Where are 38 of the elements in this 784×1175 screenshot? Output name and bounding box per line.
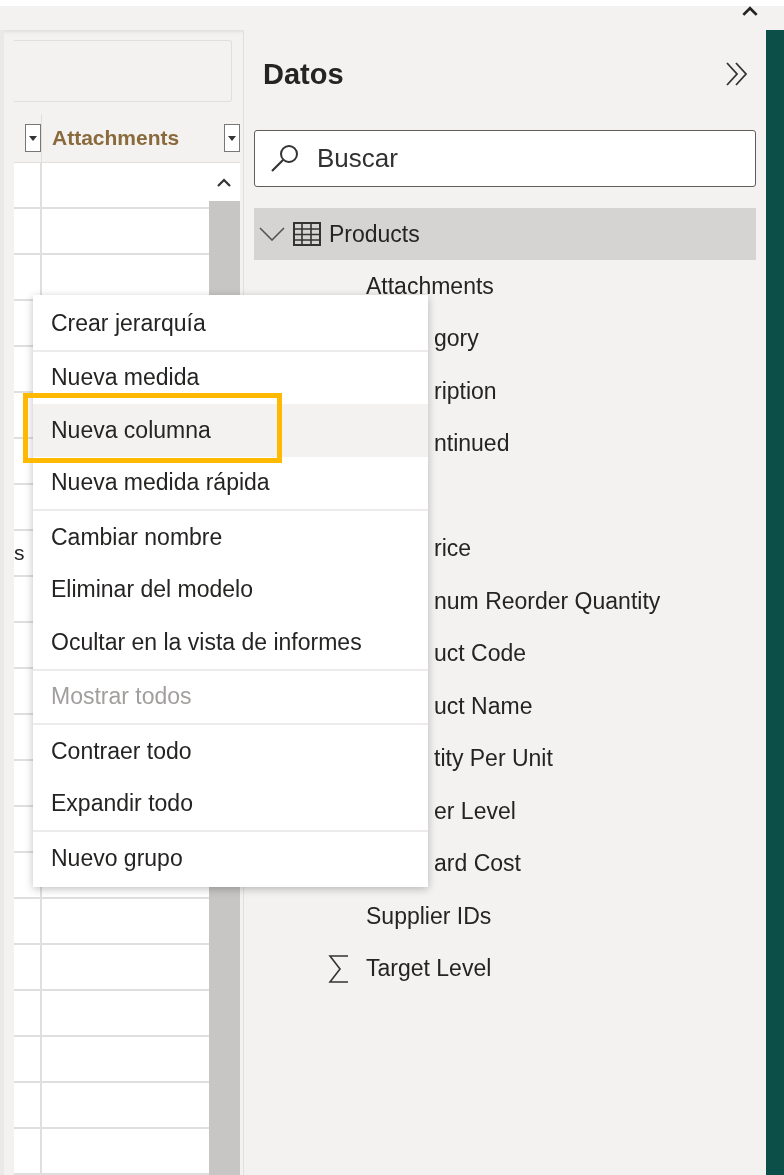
caret-icon [29, 135, 37, 141]
search-icon [269, 142, 301, 174]
menu-item[interactable]: Nueva medida rápida [33, 456, 428, 509]
menu-item[interactable]: Ocultar en la vista de informes [33, 616, 428, 669]
menu-item[interactable]: Contraer todo [33, 725, 428, 778]
field-item[interactable]: uct Name [434, 692, 533, 720]
table-node[interactable]: Products [254, 208, 756, 260]
menu-item[interactable]: Nueva columna [33, 404, 428, 457]
collapse-icon[interactable] [742, 6, 758, 16]
field-item[interactable]: Target Level [366, 955, 492, 983]
dropdown-button[interactable] [25, 124, 41, 152]
menu-item[interactable]: Crear jerarquía [33, 297, 428, 350]
field-item[interactable]: tity Per Unit [434, 745, 553, 773]
field-item[interactable]: ription [434, 377, 497, 405]
field-item[interactable]: er Level [434, 797, 516, 825]
table-cell: s [14, 541, 25, 565]
menu-item[interactable]: Cambiar nombre [33, 511, 428, 564]
field-item[interactable]: ard Cost [434, 850, 521, 878]
search-field[interactable]: Buscar [254, 130, 756, 187]
field-item[interactable]: uct Code [434, 640, 527, 668]
column-header: Attachments [52, 126, 180, 150]
field-item[interactable]: ntinued [434, 430, 510, 458]
dropdown-button[interactable] [224, 124, 240, 152]
caret-icon [228, 135, 236, 141]
table-icon [293, 222, 321, 246]
collapse-pane-icon[interactable] [724, 61, 750, 87]
menu-item[interactable]: Eliminar del modelo [33, 563, 428, 616]
menu-item[interactable]: Nueva medida [33, 351, 428, 404]
pane-title: Datos [263, 57, 344, 91]
chevron-icon[interactable] [259, 227, 285, 241]
field-item[interactable]: gory [434, 325, 479, 353]
scroll-up-icon[interactable] [217, 177, 232, 187]
sigma-icon [328, 953, 350, 984]
menu-item[interactable]: Nuevo grupo [33, 832, 428, 885]
field-item[interactable]: Supplier IDs [366, 902, 492, 930]
menu-item[interactable]: Expandir todo [33, 777, 428, 830]
field-item[interactable]: rice [434, 535, 472, 563]
field-item[interactable]: num Reorder Quantity [434, 587, 661, 615]
